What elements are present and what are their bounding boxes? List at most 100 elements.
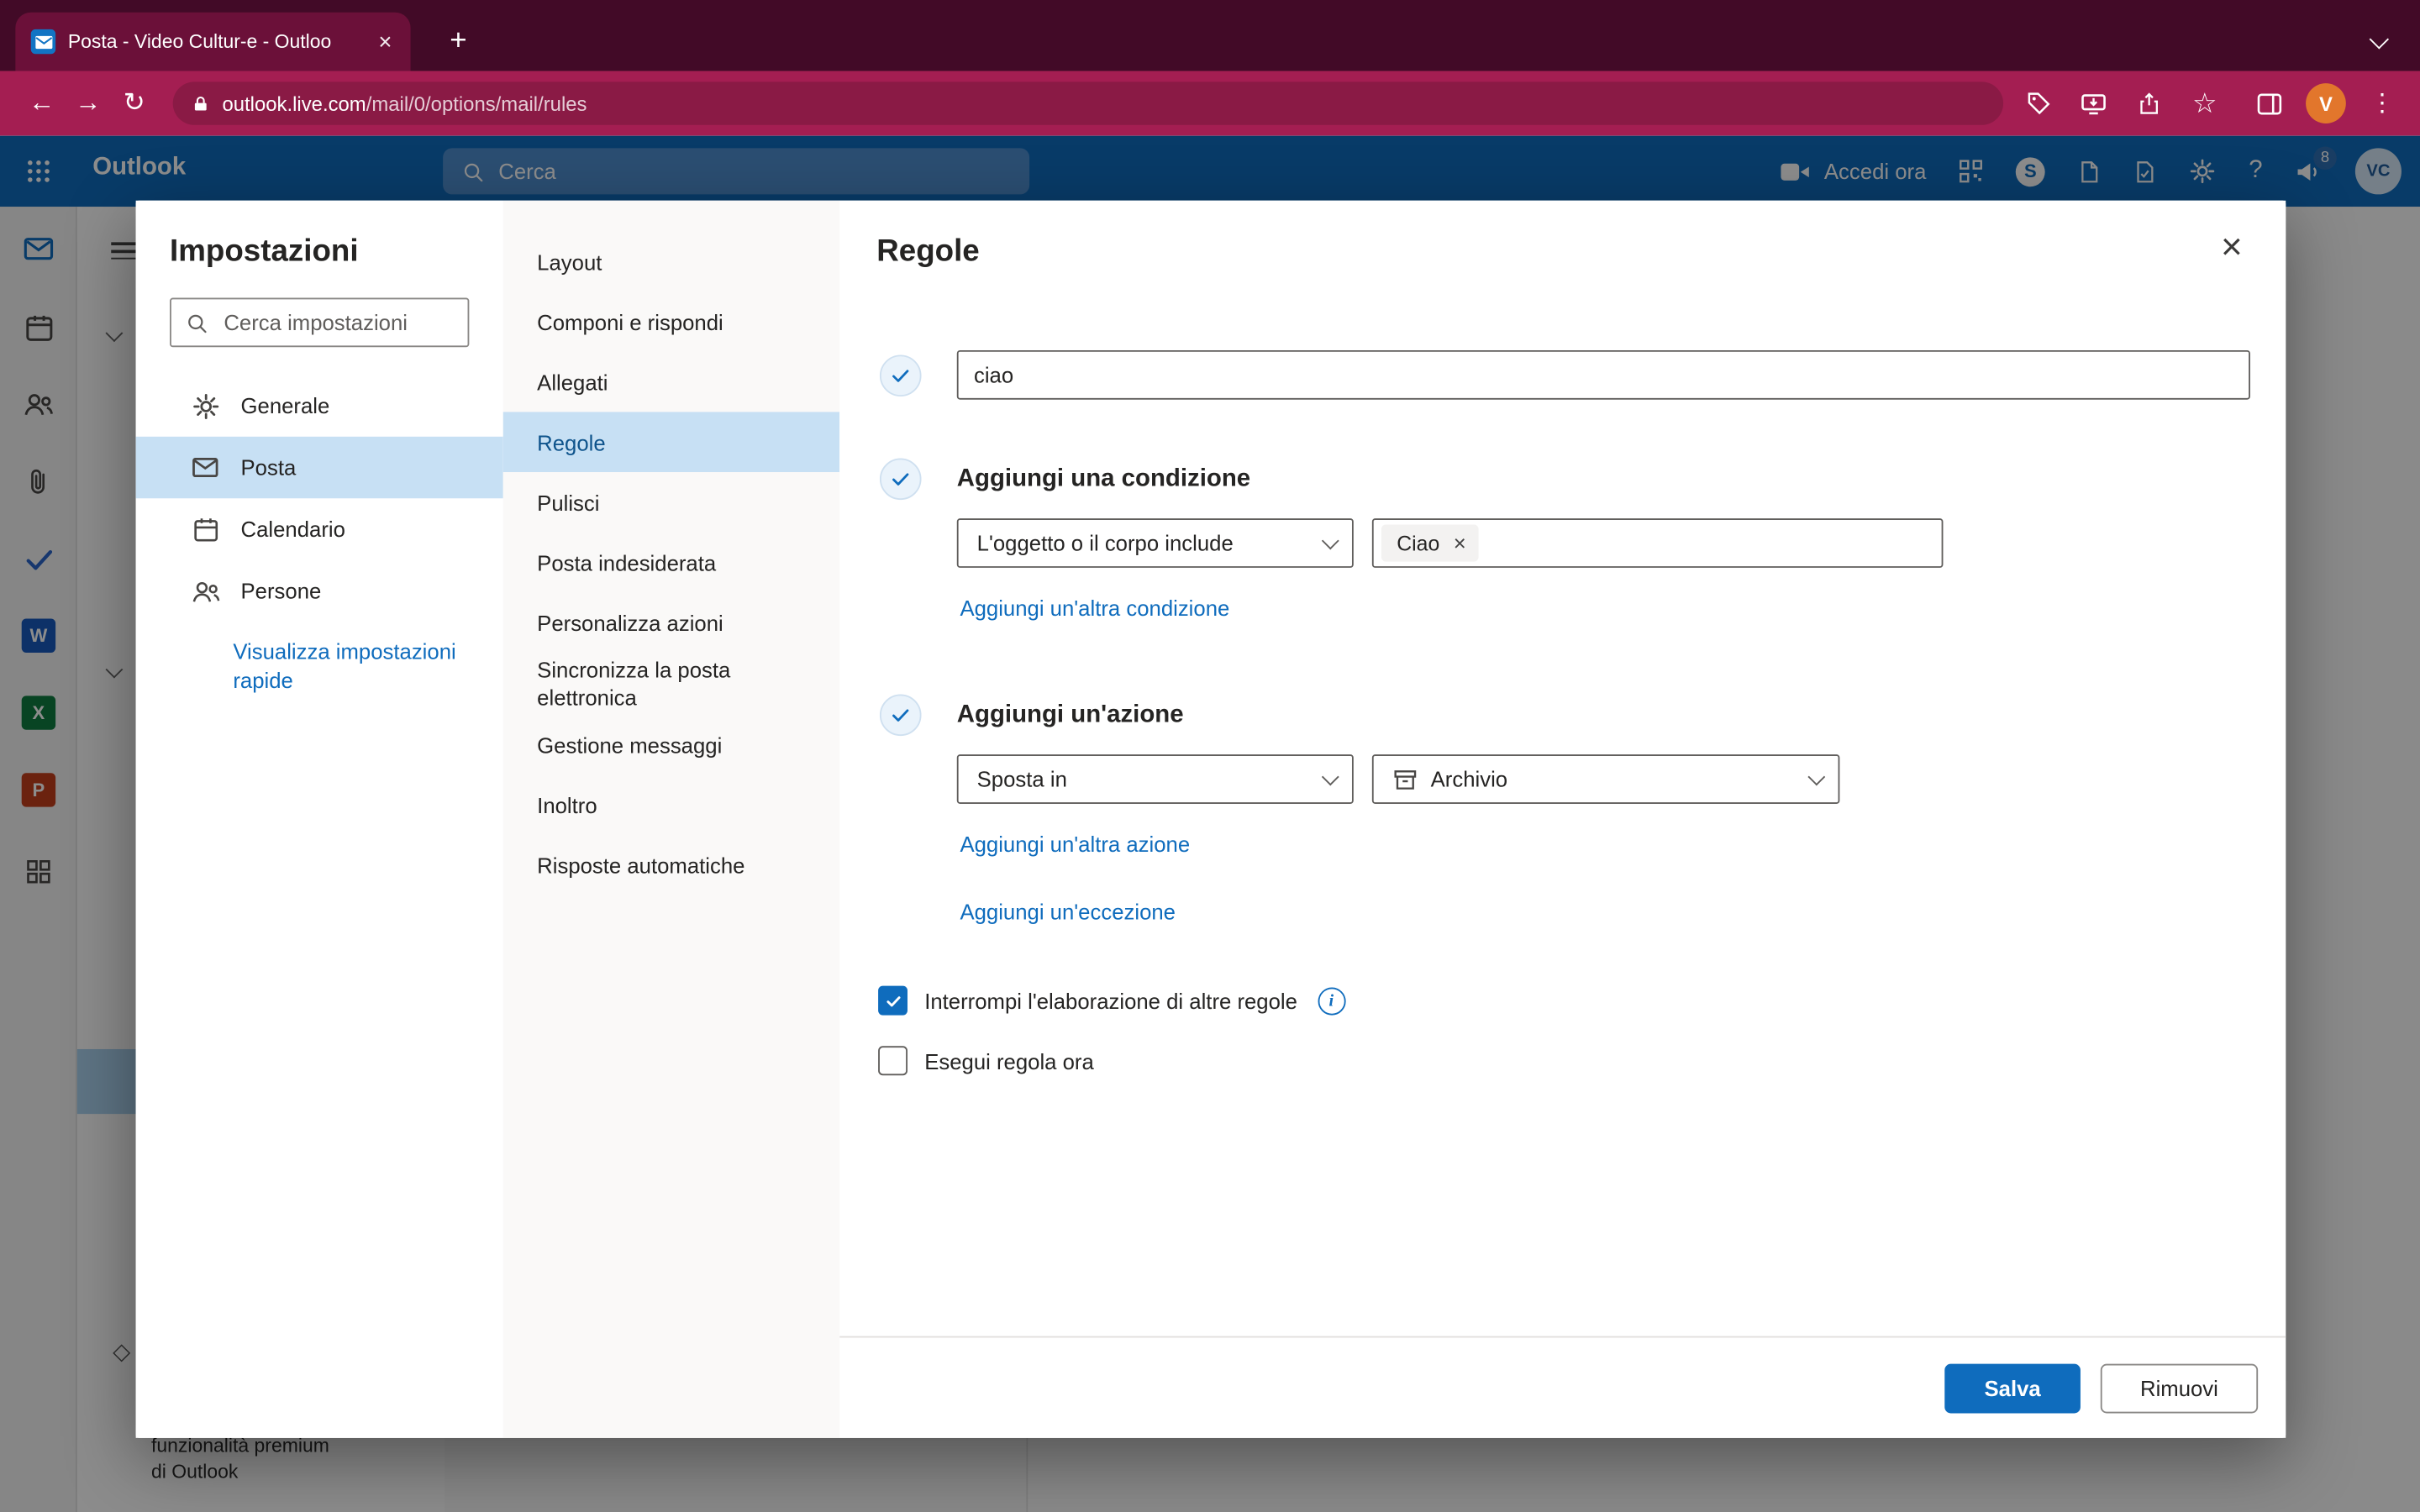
run-now-checkbox[interactable]	[878, 1046, 908, 1075]
mail-nav-item[interactable]: Risposte automatiche	[503, 835, 839, 895]
kebab-menu-icon[interactable]: ⋮	[2363, 84, 2402, 123]
settings-nav-item[interactable]: Posta	[136, 437, 503, 498]
mail-nav-item[interactable]: Pulisci	[503, 472, 839, 533]
mail-nav-item[interactable]: Componi e rispondi	[503, 291, 839, 352]
mail-nav-item-label: Sincronizza la posta elettronica	[537, 656, 812, 711]
tab-close-icon[interactable]: ×	[376, 29, 395, 55]
chip-label: Ciao	[1397, 532, 1439, 555]
run-now-label: Esegui regola ora	[924, 1048, 1094, 1073]
share-icon[interactable]	[2130, 84, 2169, 123]
url-path: /mail/0/options/mail/rules	[366, 92, 587, 115]
lock-icon	[192, 93, 210, 113]
condition-value-chip: Ciao ×	[1381, 524, 1479, 561]
stop-processing-label: Interrompi l'elaborazione di altre regol…	[924, 988, 1297, 1012]
settings-nav-item-label: Posta	[241, 455, 297, 480]
mail-nav-item-label: Gestione messaggi	[537, 731, 722, 759]
url-text: outlook.live.com/mail/0/options/mail/rul…	[222, 92, 587, 115]
bookmark-star-icon[interactable]: ☆	[2186, 84, 2224, 123]
quick-settings-link[interactable]: Visualizza impostazioni rapide	[233, 638, 465, 696]
mail-nav-item-label: Personalizza azioni	[537, 609, 723, 637]
chevron-down-icon	[1807, 769, 1825, 786]
outlook-favicon	[31, 29, 55, 54]
action-select[interactable]: Sposta in	[957, 754, 1354, 804]
chevron-down-icon	[1322, 533, 1339, 550]
settings-nav-item[interactable]: Calendario	[136, 498, 503, 559]
rules-title: Regole	[876, 234, 2286, 270]
settings-modal: Impostazioni Generale	[136, 201, 2286, 1438]
mail-nav-item-label: Regole	[537, 428, 606, 456]
valid-check-icon	[880, 354, 922, 396]
browser-tab-bar: Posta - Video Cultur-e - Outloo × +	[0, 0, 2420, 71]
tag-icon[interactable]	[2018, 84, 2057, 123]
screen: Posta - Video Cultur-e - Outloo × + ← → …	[0, 0, 2420, 1512]
toolbar-actions: ☆ V ⋮	[2018, 83, 2402, 123]
rule-name-input[interactable]	[957, 350, 2250, 400]
settings-nav-item[interactable]: Generale	[136, 375, 503, 436]
action-section-heading: Aggiungi un'azione	[957, 701, 1184, 729]
tab-title: Posta - Video Cultur-e - Outloo	[68, 31, 363, 53]
mail-nav-item-label: Posta indesiderata	[537, 549, 716, 576]
mail-nav-item[interactable]: Allegati	[503, 352, 839, 412]
mail-nav-item[interactable]: Sincronizza la posta elettronica	[503, 653, 839, 714]
forward-icon[interactable]: →	[65, 81, 111, 127]
action-select-value: Sposta in	[977, 767, 1313, 791]
settings-search-box[interactable]	[170, 297, 469, 347]
mail-nav-item-label: Risposte automatiche	[537, 851, 744, 879]
condition-select-value: L'oggetto o il corpo include	[977, 531, 1313, 555]
people-icon	[190, 575, 221, 606]
settings-nav-item-label: Generale	[241, 393, 330, 417]
action-check-icon	[880, 695, 922, 737]
condition-section-heading: Aggiungi una condizione	[957, 465, 1250, 493]
outlook-app: Outlook Cerca Accedi ora S ? 8 VC	[0, 136, 2420, 1512]
condition-check-icon	[880, 459, 922, 501]
settings-title: Impostazioni	[170, 234, 469, 270]
mail-nav-item[interactable]: Gestione messaggi	[503, 714, 839, 774]
folder-select-value: Archivio	[1431, 767, 1798, 791]
settings-nav-item-label: Persone	[241, 579, 322, 603]
calendar-icon	[190, 514, 221, 545]
mail-nav-item-label: Inoltro	[537, 790, 597, 818]
add-action-link[interactable]: Aggiungi un'altra azione	[960, 832, 1190, 856]
settings-search-input[interactable]	[221, 308, 454, 336]
back-icon[interactable]: ←	[18, 81, 65, 127]
mail-settings-nav: Layout Componi e rispondi Allegati Regol…	[503, 201, 839, 1438]
add-exception-link[interactable]: Aggiungi un'eccezione	[960, 900, 1176, 924]
info-icon[interactable]: i	[1318, 987, 1345, 1015]
browser-tab[interactable]: Posta - Video Cultur-e - Outloo ×	[15, 13, 410, 71]
chevron-down-icon	[1322, 769, 1339, 786]
stop-processing-checkbox[interactable]	[878, 986, 908, 1016]
condition-select[interactable]: L'oggetto o il corpo include	[957, 518, 1354, 568]
search-icon	[185, 311, 208, 334]
mail-nav-item-label: Componi e rispondi	[537, 307, 723, 335]
save-button[interactable]: Salva	[1944, 1363, 2081, 1413]
address-bar[interactable]: outlook.live.com/mail/0/options/mail/rul…	[173, 81, 2003, 124]
mail-nav-item[interactable]: Posta indesiderata	[503, 533, 839, 593]
condition-value-field[interactable]: Ciao ×	[1372, 518, 1944, 568]
sidebar-icon[interactable]	[2250, 84, 2289, 123]
settings-nav-item-label: Calendario	[241, 517, 345, 541]
mail-nav-item[interactable]: Personalizza azioni	[503, 592, 839, 653]
mail-nav-item-label: Allegati	[537, 368, 608, 396]
archive-icon	[1392, 766, 1418, 792]
mail-nav-item[interactable]: Regole	[503, 412, 839, 472]
mail-nav-item[interactable]: Inoltro	[503, 774, 839, 835]
install-icon[interactable]	[2075, 84, 2113, 123]
rule-editor: Regole × Aggiungi una condizione	[839, 201, 2286, 1438]
url-domain: outlook.live.com	[222, 92, 366, 115]
settings-nav-item[interactable]: Persone	[136, 560, 503, 622]
mail-nav-item-label: Pulisci	[537, 488, 599, 516]
mail-icon	[190, 452, 221, 483]
add-condition-link[interactable]: Aggiungi un'altra condizione	[960, 596, 1229, 620]
mail-nav-item-label: Layout	[537, 248, 602, 276]
gear-icon	[190, 391, 221, 422]
new-tab-button[interactable]: +	[439, 22, 479, 62]
browser-profile-avatar[interactable]: V	[2306, 83, 2346, 123]
settings-sidebar: Impostazioni Generale	[136, 201, 503, 1438]
refresh-icon[interactable]: ↻	[111, 81, 157, 127]
close-icon[interactable]: ×	[2208, 225, 2254, 271]
folder-select[interactable]: Archivio	[1372, 754, 1840, 804]
tab-list-chevron-icon[interactable]	[2370, 29, 2389, 49]
mail-nav-item[interactable]: Layout	[503, 232, 839, 292]
chip-remove-icon[interactable]: ×	[1454, 533, 1466, 554]
remove-button[interactable]: Rimuovi	[2101, 1363, 2258, 1413]
